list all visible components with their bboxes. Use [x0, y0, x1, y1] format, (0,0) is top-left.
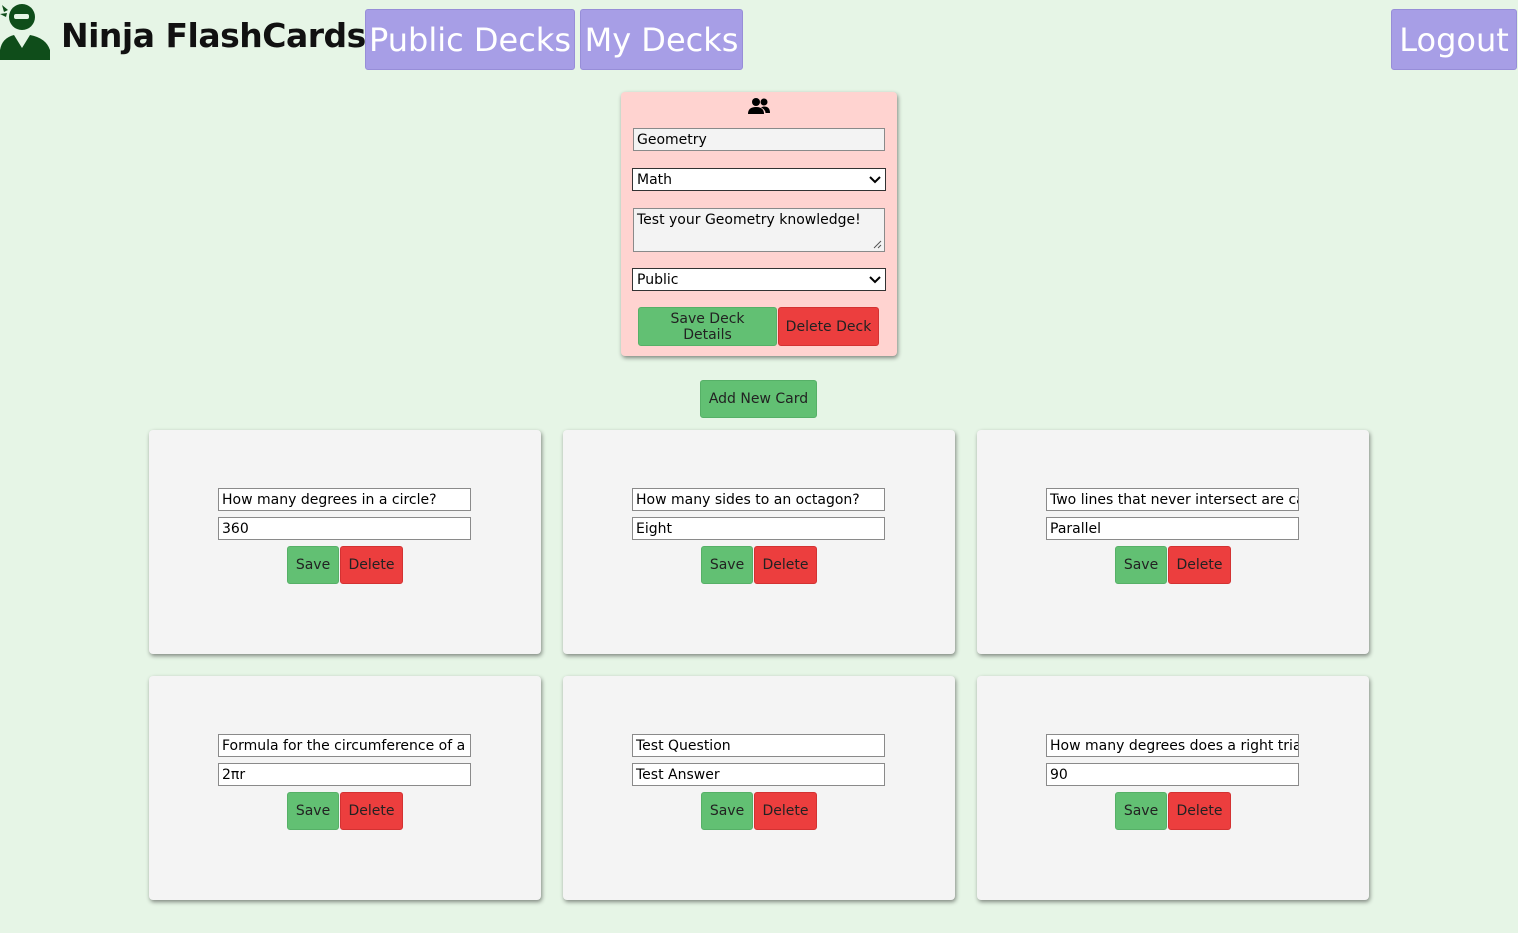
card-delete-button[interactable]: Delete: [754, 792, 817, 830]
save-deck-details-button[interactable]: Save Deck Details: [638, 307, 777, 346]
card-answer-input[interactable]: 2πr: [218, 763, 471, 786]
resize-grip-icon[interactable]: [873, 240, 882, 249]
card-save-button[interactable]: Save: [1115, 546, 1167, 584]
card-answer-input[interactable]: Test Answer: [632, 763, 885, 786]
card-answer-value: 2πr: [222, 766, 246, 783]
flashcard: Test Question Test Answer Save Delete: [563, 676, 955, 900]
flashcard: How many degrees does a right triangle h…: [977, 676, 1369, 900]
deck-visibility-value: Public: [637, 271, 679, 288]
delete-deck-button[interactable]: Delete Deck: [778, 307, 879, 346]
card-answer-value: 90: [1050, 766, 1068, 783]
card-question-value: Test Question: [636, 737, 731, 754]
card-question-value: How many degrees does a right triangle h…: [1050, 737, 1298, 754]
card-answer-value: 360: [222, 520, 249, 537]
deck-details-panel: Geometry Math Test your Geometry knowled…: [621, 92, 897, 356]
card-save-button[interactable]: Save: [701, 546, 753, 584]
deck-description-textarea[interactable]: Test your Geometry knowledge!: [633, 208, 885, 252]
deck-category-select[interactable]: Math: [632, 168, 886, 191]
card-question-input[interactable]: Test Question: [632, 734, 885, 757]
card-delete-button[interactable]: Delete: [1168, 792, 1231, 830]
flashcard: How many sides to an octagon? Eight Save…: [563, 430, 955, 654]
chevron-down-icon: [869, 275, 881, 283]
card-save-button[interactable]: Save: [1115, 792, 1167, 830]
public-decks-button[interactable]: Public Decks: [365, 9, 575, 70]
card-answer-input[interactable]: 90: [1046, 763, 1299, 786]
chevron-down-icon: [869, 175, 881, 183]
card-question-input[interactable]: How many degrees in a circle?: [218, 488, 471, 511]
card-question-input[interactable]: How many sides to an octagon?: [632, 488, 885, 511]
card-answer-value: Test Answer: [636, 766, 720, 783]
card-question-input[interactable]: Formula for the circumference of a circl…: [218, 734, 471, 757]
card-question-value: How many degrees in a circle?: [222, 491, 437, 508]
logout-button[interactable]: Logout: [1391, 9, 1517, 70]
card-answer-value: Eight: [636, 520, 672, 537]
card-save-button[interactable]: Save: [287, 546, 339, 584]
card-question-input[interactable]: How many degrees does a right triangle h…: [1046, 734, 1299, 757]
deck-name-value: Geometry: [637, 131, 707, 148]
flashcard: How many degrees in a circle? 360 Save D…: [149, 430, 541, 654]
card-question-value: Formula for the circumference of a circl…: [222, 737, 470, 754]
deck-visibility-select[interactable]: Public: [632, 268, 886, 291]
card-delete-button[interactable]: Delete: [340, 792, 403, 830]
card-delete-button[interactable]: Delete: [1168, 546, 1231, 584]
card-answer-input[interactable]: 360: [218, 517, 471, 540]
flashcard: Formula for the circumference of a circl…: [149, 676, 541, 900]
deck-category-value: Math: [637, 171, 673, 188]
app-title: Ninja FlashCards: [61, 16, 366, 55]
ninja-logo-icon[interactable]: [0, 2, 52, 60]
card-answer-input[interactable]: Parallel: [1046, 517, 1299, 540]
card-delete-button[interactable]: Delete: [340, 546, 403, 584]
my-decks-button[interactable]: My Decks: [580, 9, 743, 70]
card-question-value: Two lines that never intersect are calle…: [1050, 491, 1298, 508]
card-question-value: How many sides to an octagon?: [636, 491, 860, 508]
people-icon: [748, 98, 770, 114]
add-new-card-button[interactable]: Add New Card: [700, 380, 817, 418]
deck-name-input[interactable]: Geometry: [633, 128, 885, 151]
deck-description-value: Test your Geometry knowledge!: [637, 212, 861, 228]
card-delete-button[interactable]: Delete: [754, 546, 817, 584]
card-answer-value: Parallel: [1050, 520, 1102, 537]
card-answer-input[interactable]: Eight: [632, 517, 885, 540]
card-question-input[interactable]: Two lines that never intersect are calle…: [1046, 488, 1299, 511]
card-save-button[interactable]: Save: [701, 792, 753, 830]
flashcard: Two lines that never intersect are calle…: [977, 430, 1369, 654]
card-save-button[interactable]: Save: [287, 792, 339, 830]
